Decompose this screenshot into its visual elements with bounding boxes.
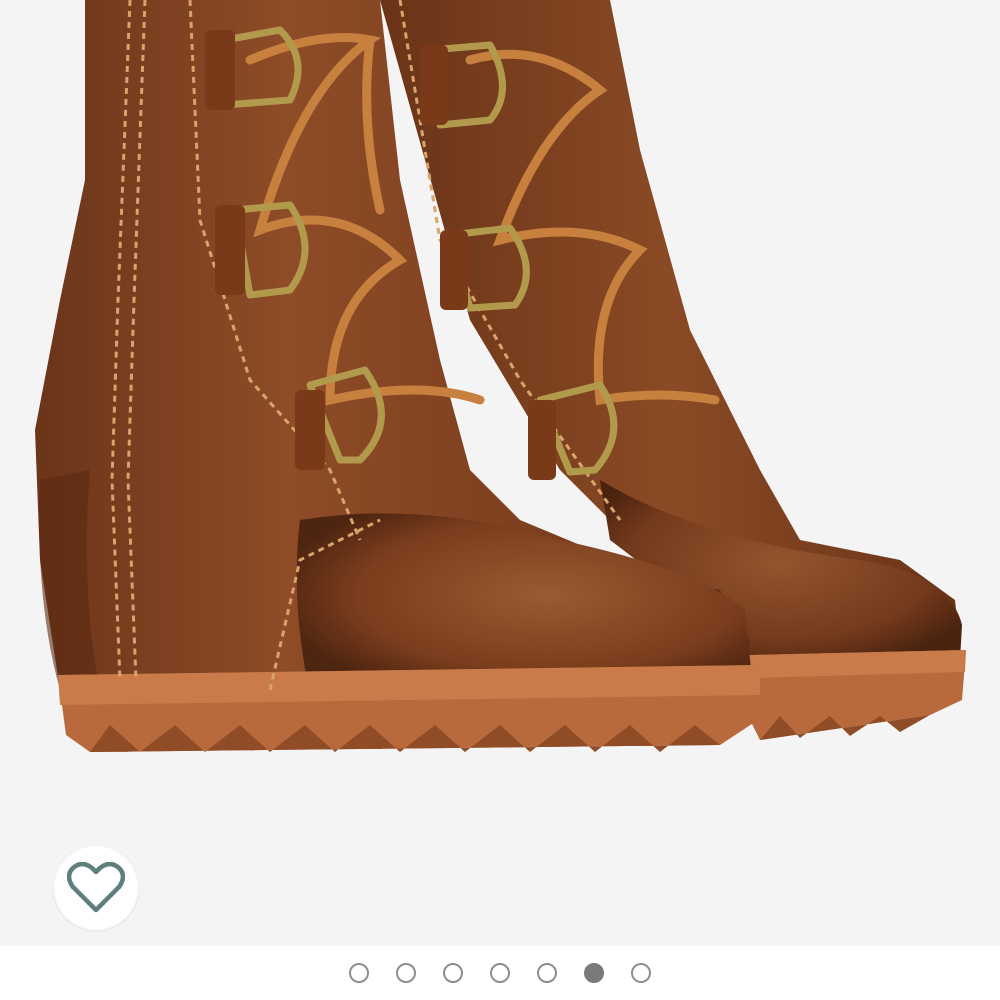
carousel-dot[interactable] (584, 963, 604, 983)
carousel-dot[interactable] (537, 963, 557, 983)
carousel-dot[interactable] (490, 963, 510, 983)
boots-illustration (35, 0, 966, 752)
image-carousel-indicators (0, 946, 1000, 1000)
carousel-dot[interactable] (443, 963, 463, 983)
product-photo[interactable] (0, 0, 1000, 946)
carousel-dot[interactable] (349, 963, 369, 983)
carousel-dot[interactable] (396, 963, 416, 983)
heart-outline-icon (67, 862, 125, 913)
product-image-viewer (0, 0, 1000, 1000)
carousel-dot[interactable] (631, 963, 651, 983)
like-button[interactable] (54, 846, 138, 930)
